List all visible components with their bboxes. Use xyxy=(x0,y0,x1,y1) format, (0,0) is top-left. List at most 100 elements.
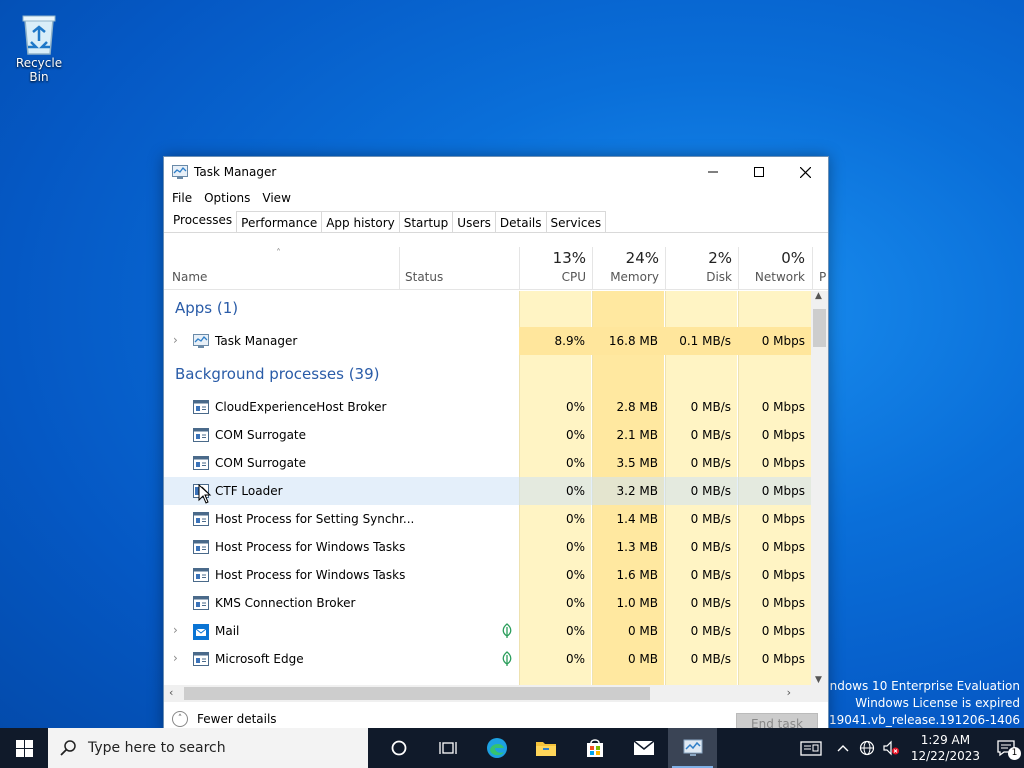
volume-button[interactable] xyxy=(879,728,903,768)
close-button[interactable] xyxy=(782,157,828,187)
scroll-right-icon[interactable]: › xyxy=(787,686,791,699)
cortana-icon xyxy=(391,740,406,756)
recycle-bin-shortcut[interactable]: Recycle Bin xyxy=(6,6,72,84)
task-view-button[interactable] xyxy=(423,728,472,768)
tab-users[interactable]: Users xyxy=(452,211,496,232)
column-disk-label: Disk xyxy=(706,270,732,284)
fewer-details-button[interactable]: ˄ Fewer details xyxy=(172,711,277,727)
expand-chevron-icon[interactable]: › xyxy=(173,333,178,347)
column-disk[interactable]: 2% Disk xyxy=(665,247,738,290)
tab-services[interactable]: Services xyxy=(545,211,607,232)
process-cpu: 8.9% xyxy=(554,334,586,348)
volume-muted-icon xyxy=(883,740,899,756)
process-name: CTF Loader xyxy=(215,484,283,498)
process-row[interactable]: Host Process for Windows Tasks 0% 1.3 MB 0 … xyxy=(164,533,811,561)
cortana-button[interactable] xyxy=(374,728,423,768)
process-row[interactable]: COM Surrogate 0% 3.5 MB 0 MB/s 0 Mbps xyxy=(164,449,811,477)
column-status-label: Status xyxy=(405,270,444,284)
edge-button[interactable] xyxy=(472,728,521,768)
search-icon xyxy=(60,740,76,756)
horizontal-scrollbar[interactable]: ‹ › xyxy=(164,685,811,702)
process-row[interactable]: CTF Loader 0% 3.2 MB 0 MB/s 0 Mbps xyxy=(164,477,811,505)
column-cpu[interactable]: 13% CPU xyxy=(519,247,592,290)
mouse-cursor-icon xyxy=(198,484,212,504)
notification-count-badge: 1 xyxy=(1008,747,1021,760)
menu-file[interactable]: File xyxy=(166,191,198,205)
tab-processes[interactable]: Processes xyxy=(168,209,238,232)
process-name: COM Surrogate xyxy=(215,456,307,470)
file-explorer-icon xyxy=(535,742,556,756)
column-name[interactable]: ˄ Name xyxy=(172,247,402,290)
taskbar-search-box[interactable]: Type here to search xyxy=(48,728,368,768)
maximize-button[interactable] xyxy=(736,157,782,187)
process-cpu: 0% xyxy=(565,652,585,666)
column-memory[interactable]: 24% Memory xyxy=(592,247,665,290)
process-row[interactable]: KMS Connection Broker 0% 1.0 MB 0 MB/s 0 Mbp… xyxy=(164,589,811,617)
maximize-icon xyxy=(754,167,764,177)
tab-startup[interactable]: Startup xyxy=(398,211,454,232)
mail-icon xyxy=(633,740,654,755)
minimize-button[interactable] xyxy=(690,157,736,187)
recycle-bin-icon xyxy=(19,10,59,55)
start-button[interactable] xyxy=(0,728,48,768)
cpu-total: 13% xyxy=(552,249,586,267)
network-button[interactable] xyxy=(855,728,879,768)
process-network: 0 Mbps xyxy=(761,400,805,414)
process-memory: 0 MB xyxy=(627,652,658,666)
process-row[interactable]: COM Surrogate 0% 2.1 MB 0 MB/s 0 Mbps xyxy=(164,421,811,449)
process-row[interactable]: CloudExperienceHost Broker 0% 2.8 MB 0 MB/s… xyxy=(164,393,811,421)
expand-chevron-icon[interactable]: › xyxy=(173,651,178,665)
process-cpu: 0% xyxy=(565,596,585,610)
process-name: Host Process for Windows Tasks xyxy=(215,540,406,554)
horizontal-scroll-thumb[interactable] xyxy=(184,687,650,700)
disk-total: 2% xyxy=(708,249,732,267)
process-disk: 0 MB/s xyxy=(690,596,731,610)
scroll-up-icon[interactable]: ▲ xyxy=(815,291,822,301)
column-network[interactable]: 0% Network xyxy=(738,247,811,290)
clock[interactable]: 1:29 AM 12/22/2023 xyxy=(903,732,988,764)
tab-strip: Processes Performance App history Startu… xyxy=(164,209,828,233)
tab-details[interactable]: Details xyxy=(494,211,547,232)
store-icon xyxy=(586,739,603,757)
process-row[interactable]: › Microsoft Edge 0% 0 MB 0 MB/s 0 Mbps xyxy=(164,645,811,673)
vertical-scroll-thumb[interactable] xyxy=(813,309,826,347)
vertical-scrollbar[interactable]: ▲ ▼ xyxy=(811,291,828,685)
process-row[interactable]: › Mail 0% 0 MB 0 MB/s 0 Mbps xyxy=(164,617,811,645)
process-row[interactable]: Host Process for Setting Synchr... 0% 1.4 … xyxy=(164,505,811,533)
column-power-partial[interactable]: P xyxy=(819,247,828,290)
minimize-icon xyxy=(708,171,718,173)
process-memory: 1.0 MB xyxy=(616,596,658,610)
recycle-bin-label: Recycle Bin xyxy=(15,56,63,84)
scroll-corner xyxy=(811,685,828,702)
scroll-left-icon[interactable]: ‹ xyxy=(169,686,173,699)
process-row[interactable]: Host Process for Windows Tasks 0% 1.6 MB 0 … xyxy=(164,561,811,589)
title-bar[interactable]: Task Manager xyxy=(164,157,828,187)
show-hidden-icons-button[interactable] xyxy=(831,728,855,768)
fewer-details-label: Fewer details xyxy=(197,712,277,726)
process-row[interactable]: › Task Manager 8.9% 16.8 MB 0.1 MB/s 0 Mbps xyxy=(164,327,811,355)
task-manager-taskbar-button[interactable] xyxy=(668,728,717,768)
process-name: CloudExperienceHost Broker xyxy=(215,400,387,414)
store-button[interactable] xyxy=(570,728,619,768)
notification-center-button[interactable]: 1 xyxy=(988,728,1024,768)
process-list: Apps (1) › Task Manager 8.9% 16.8 MB 0.1 MB/s… xyxy=(164,291,811,685)
task-manager-icon xyxy=(683,739,702,756)
service-window-icon xyxy=(193,428,209,442)
process-memory: 1.4 MB xyxy=(616,512,658,526)
menu-view[interactable]: View xyxy=(256,191,296,205)
scroll-down-icon[interactable]: ▼ xyxy=(815,675,822,685)
file-explorer-button[interactable] xyxy=(521,728,570,768)
service-window-icon xyxy=(193,512,209,526)
menu-options[interactable]: Options xyxy=(198,191,256,205)
process-memory: 2.1 MB xyxy=(616,428,658,442)
collapse-icon: ˄ xyxy=(172,711,188,727)
expand-chevron-icon[interactable]: › xyxy=(173,623,178,637)
tab-app-history[interactable]: App history xyxy=(321,211,400,232)
news-button[interactable] xyxy=(791,728,831,768)
mail-button[interactable] xyxy=(619,728,668,768)
process-disk: 0 MB/s xyxy=(690,540,731,554)
task-manager-window: Task Manager File Options View Processes… xyxy=(163,156,829,732)
tab-performance[interactable]: Performance xyxy=(236,211,323,232)
column-status[interactable]: Status xyxy=(405,247,515,290)
process-network: 0 Mbps xyxy=(761,540,805,554)
